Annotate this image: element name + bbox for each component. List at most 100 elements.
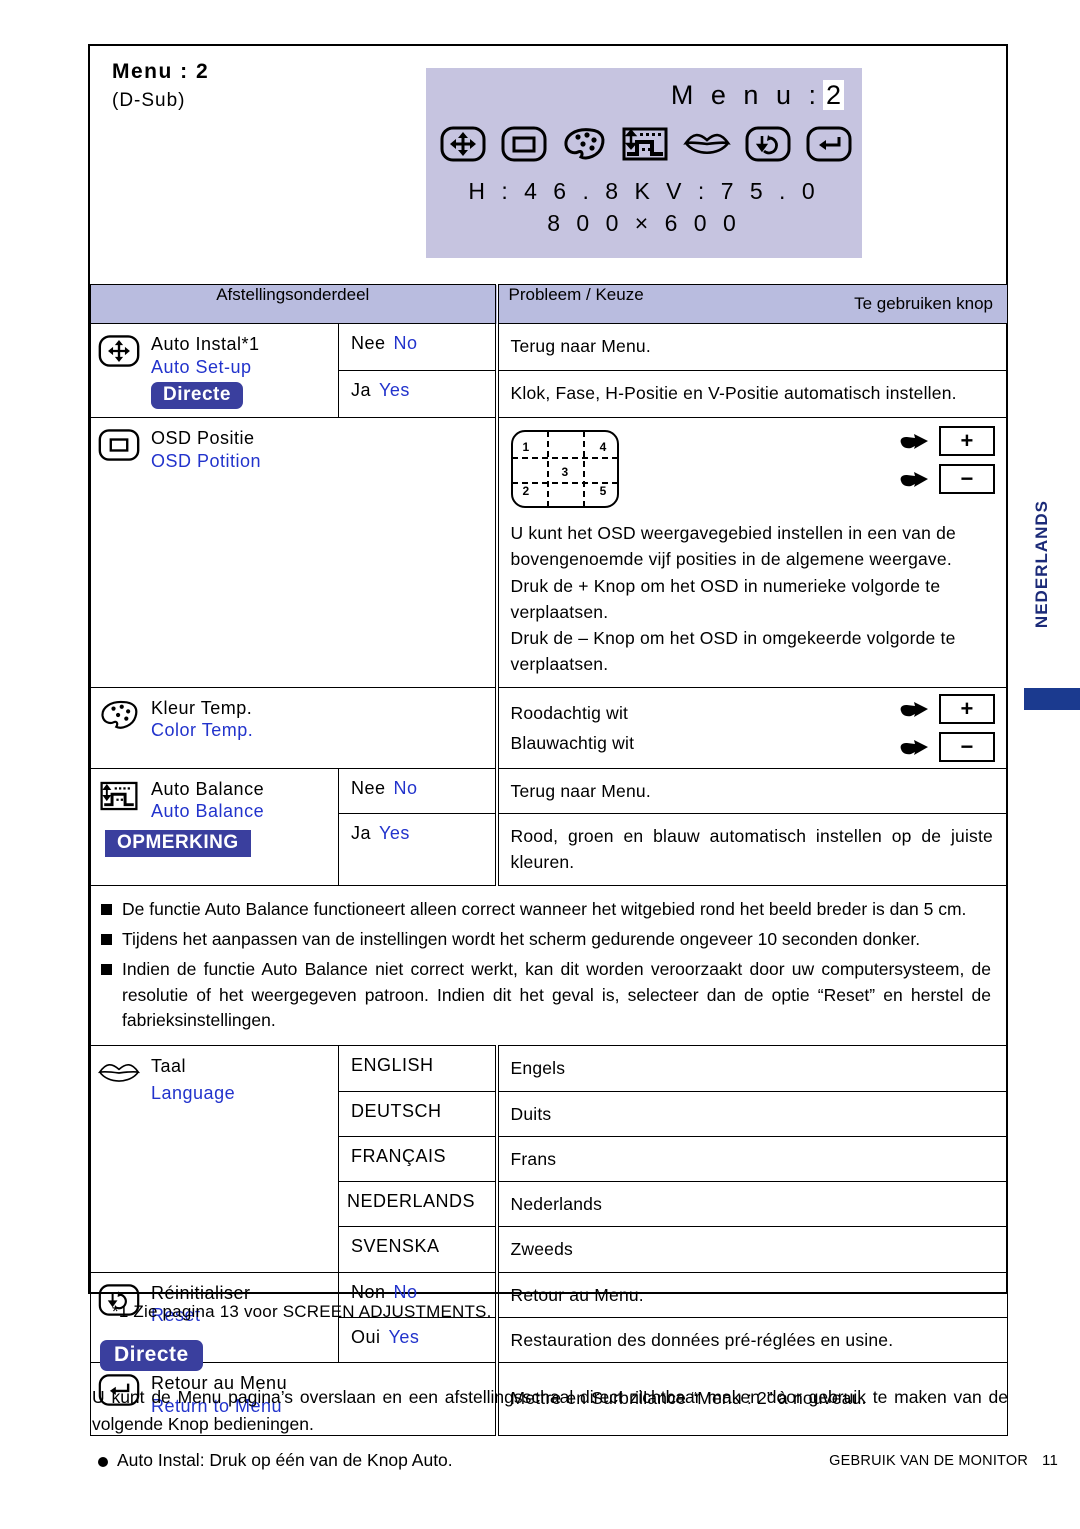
plus-key[interactable]: + bbox=[939, 693, 995, 724]
choice-nl: Nee bbox=[351, 777, 386, 798]
color-temp-desc-cell: Roodachtig wit Blauwachtig wit + − bbox=[494, 686, 1008, 769]
osd-position-desc-cell: 1 4 3 2 5 + − U kunt het OSD weergavegeb… bbox=[494, 417, 1008, 688]
return-icon[interactable] bbox=[806, 126, 852, 162]
language-desc-francais: Frans bbox=[494, 1135, 1008, 1183]
choice-nl: Ja bbox=[351, 380, 372, 400]
table-row-color-temp: Kleur Temp. Color Temp. Roodachtig wit B… bbox=[89, 686, 1008, 769]
color-temp-item-cell: Kleur Temp. Color Temp. bbox=[89, 686, 498, 769]
note-text: Tijdens het aanpassen van de instellinge… bbox=[122, 928, 921, 949]
table-row-auto-setup: Auto Instal*1 Auto Set-up Directe Nee No … bbox=[90, 323, 1008, 418]
directe-paragraph: U kunt de Menu pagina’s overslaan en een… bbox=[92, 1387, 1008, 1435]
pointing-hand-icon bbox=[900, 434, 928, 449]
osd-position-desc-line-2: Druk de + Knop om het OSD in numerieke v… bbox=[510, 575, 941, 622]
choice-en: Yes bbox=[379, 380, 410, 400]
table-row-osd-position: OSD Positie OSD Potition 1 4 3 2 5 + − U… bbox=[89, 417, 1008, 688]
auto-setup-icon[interactable] bbox=[440, 126, 486, 162]
page-number: 11 bbox=[1042, 1452, 1058, 1469]
osd-title: M e n u :2 bbox=[671, 80, 844, 111]
language-name-nl: Taal bbox=[151, 1056, 187, 1077]
table-row-notes: De functie Auto Balance functioneert all… bbox=[90, 884, 1008, 1047]
page-subtitle: (D-Sub) bbox=[112, 90, 186, 111]
header-adjustment: Afstellingsonderdeel bbox=[89, 284, 498, 324]
pointing-hand-icon bbox=[900, 701, 928, 717]
osd-position-description: U kunt het OSD weergavegebied instellen … bbox=[511, 520, 993, 678]
opmerking-badge: OPMERKING bbox=[105, 829, 251, 857]
directe-badge: Directe bbox=[151, 382, 243, 409]
osd-frequency-line: H : 4 6 . 8 K V : 7 5 . 0 bbox=[468, 178, 820, 204]
pos-num-5: 5 bbox=[599, 484, 607, 498]
auto-setup-desc-yes: Klok, Fase, H-Positie en V-Positie autom… bbox=[494, 370, 1008, 418]
note-item: Tijdens het aanpassen van de instellinge… bbox=[101, 927, 991, 952]
osd-position-name-en: OSD Potition bbox=[151, 450, 262, 471]
language-desc-svenska: Zweeds bbox=[494, 1226, 1008, 1273]
page-title: Menu : 2 bbox=[112, 60, 210, 83]
pos-num-3: 3 bbox=[561, 465, 569, 479]
osd-position-item-cell: OSD Positie OSD Potition bbox=[89, 417, 498, 688]
reset-desc-no: Retour au Menu. bbox=[494, 1271, 1008, 1318]
directe-section-badge: Directe bbox=[100, 1340, 203, 1371]
choice-en: No bbox=[393, 1281, 418, 1302]
opmerking-notes-cell: De functie Auto Balance functioneert all… bbox=[90, 884, 1008, 1047]
color-temp-key-hints: + − bbox=[899, 693, 995, 762]
pointing-hand-icon bbox=[900, 739, 928, 755]
header-problem: Probleem / Keuze bbox=[508, 285, 644, 304]
language-option-nederlands[interactable]: NEDERLANDS bbox=[337, 1181, 498, 1228]
osd-preview-panel: M e n u :2 H: 4 6 . 8 K V: 7 5 . 0 8 0… bbox=[426, 68, 862, 258]
auto-balance-icon[interactable] bbox=[622, 126, 668, 162]
language-option-deutsch[interactable]: DEUTSCH bbox=[337, 1090, 498, 1137]
footnote: *1 Zie pagina 13 voor SCREEN ADJUSTMENTS… bbox=[112, 1302, 492, 1321]
pos-num-4: 4 bbox=[599, 440, 607, 454]
side-tab-label: NEDERLANDS bbox=[1032, 500, 1051, 629]
header-problem-button: Probleem / Keuze Te gebruiken knop bbox=[494, 284, 1008, 324]
plus-key[interactable]: + bbox=[939, 426, 995, 456]
choice-en: Yes bbox=[379, 823, 410, 843]
note-text: De functie Auto Balance functioneert all… bbox=[122, 898, 967, 919]
language-item-cell: Taal Language bbox=[90, 1045, 339, 1273]
osd-resolution-line: 8 0 0 × 6 0 0 bbox=[547, 210, 741, 236]
auto-balance-choice-yes[interactable]: Ja Yes bbox=[337, 813, 498, 886]
osd-title-label: M e n u : bbox=[670, 80, 821, 110]
reset-desc-yes: Restauration des données pré-réglées en … bbox=[494, 1316, 1008, 1364]
language-icon[interactable] bbox=[682, 126, 731, 162]
auto-balance-choice-no[interactable]: Nee No bbox=[337, 767, 498, 815]
auto-balance-icon bbox=[97, 777, 141, 815]
choice-nl: Non bbox=[351, 1281, 386, 1302]
minus-key[interactable]: − bbox=[939, 731, 995, 762]
minus-key[interactable]: − bbox=[939, 464, 995, 494]
color-temp-name-nl: Kleur Temp. bbox=[151, 697, 253, 718]
reset-icon[interactable] bbox=[745, 126, 791, 162]
table-row-auto-balance: Auto Balance Auto Balance OPMERKING Nee N… bbox=[90, 767, 1008, 886]
pos-num-2: 2 bbox=[522, 484, 530, 498]
header-zone: Menu : 2 (D-Sub) M e n u :2 H: 4 6 . 8 … bbox=[90, 46, 1006, 284]
color-temp-icon[interactable] bbox=[561, 126, 607, 162]
reset-choice-yes[interactable]: Oui Yes bbox=[337, 1316, 498, 1364]
bullet-dot-icon bbox=[98, 1457, 108, 1467]
language-icon bbox=[97, 1054, 141, 1092]
auto-setup-choice-yes[interactable]: Ja Yes bbox=[337, 370, 498, 418]
bullet-square-icon bbox=[101, 903, 112, 915]
pos-num-1: 1 bbox=[522, 440, 530, 454]
page-footer: GEBRUIK VAN DE MONITOR 11 bbox=[829, 1452, 1058, 1469]
osd-title-value: 2 bbox=[822, 80, 844, 110]
language-option-francais[interactable]: FRANÇAIS bbox=[337, 1135, 498, 1183]
bullet-square-icon bbox=[101, 964, 112, 976]
auto-setup-item-cell: Auto Instal*1 Auto Set-up Directe bbox=[90, 323, 339, 418]
table-header-row: Afstellingsonderdeel Probleem / Keuze Te… bbox=[89, 284, 1008, 324]
language-option-english[interactable]: ENGLISH bbox=[337, 1045, 498, 1092]
auto-setup-icon bbox=[97, 332, 141, 370]
language-desc-nederlands: Nederlands bbox=[494, 1181, 1008, 1228]
osd-position-key-hints: + − bbox=[899, 426, 995, 494]
header-button: Te gebruiken knop bbox=[854, 294, 993, 313]
directe-section-badge-wrap: Directe bbox=[100, 1340, 203, 1371]
note-item: De functie Auto Balance functioneert all… bbox=[101, 897, 991, 922]
pointing-hand-icon bbox=[900, 472, 928, 487]
language-option-svenska[interactable]: SVENSKA bbox=[337, 1226, 498, 1273]
auto-setup-choice-no[interactable]: Nee No bbox=[337, 323, 498, 371]
footer-text: GEBRUIK VAN DE MONITOR bbox=[829, 1453, 1029, 1469]
note-item: Indien de functie Auto Balance niet corr… bbox=[101, 957, 991, 1033]
osd-position-icon[interactable] bbox=[501, 126, 547, 162]
language-side-tab: NEDERLANDS bbox=[1032, 500, 1072, 628]
auto-balance-item-cell: Auto Balance Auto Balance OPMERKING bbox=[90, 767, 339, 886]
auto-setup-name-nl: Auto Instal*1 bbox=[151, 334, 260, 354]
auto-setup-name-en: Auto Set-up bbox=[151, 356, 252, 377]
